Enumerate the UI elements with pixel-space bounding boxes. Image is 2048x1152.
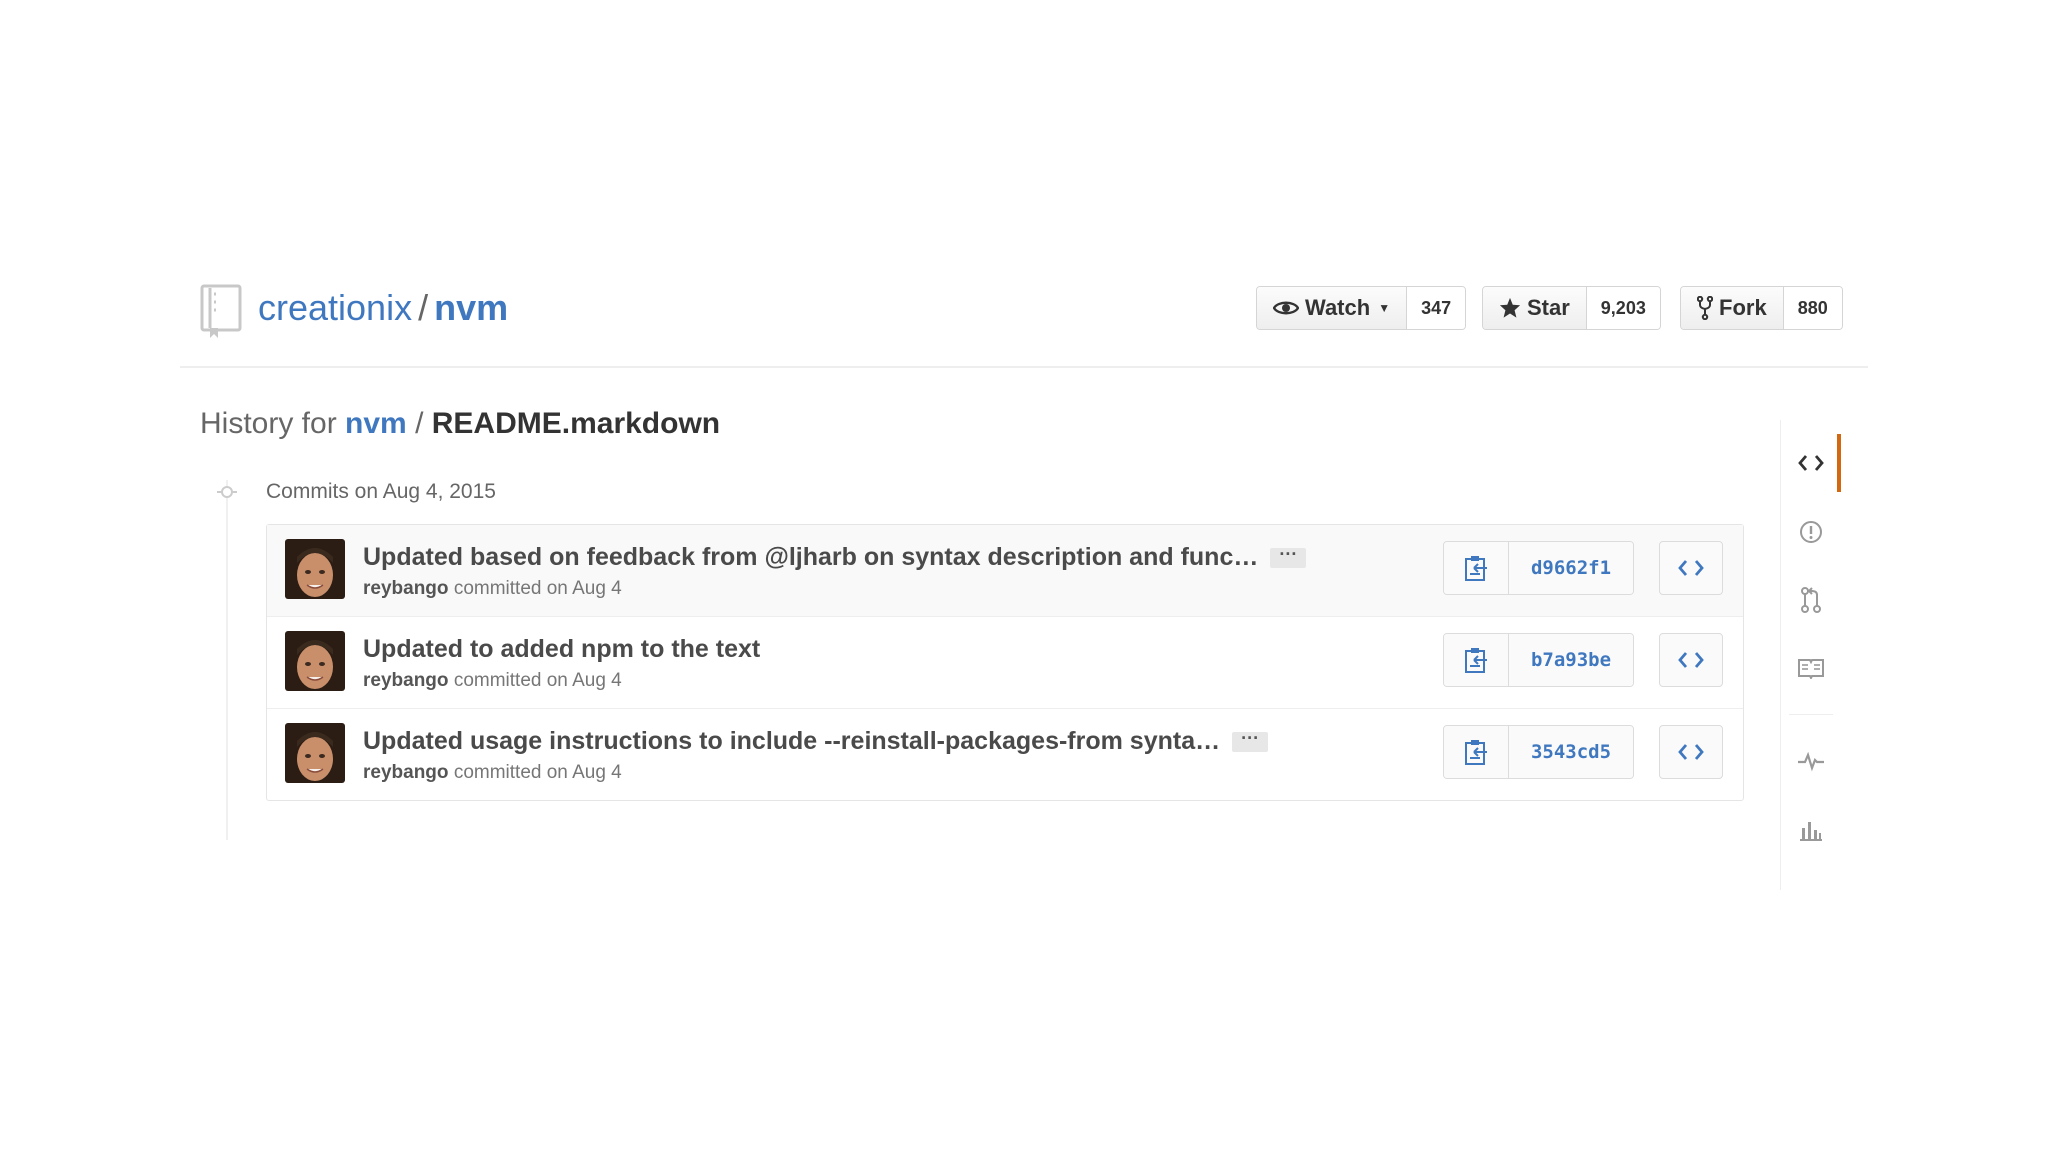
fork-count[interactable]: 880 [1783,287,1842,329]
commit-message-link[interactable]: Updated based on feedback from @ljharb o… [363,543,1258,571]
commit-meta: reybango committed on Aug 4 [363,761,622,785]
code-icon [1678,652,1704,668]
side-nav-divider [1789,714,1833,715]
fork-icon [1697,296,1713,320]
pull-requests-icon [1801,587,1821,613]
chevron-down-icon: ▼ [1378,301,1391,315]
commit-message: Updated to added npm to the text [363,633,760,665]
star-count[interactable]: 9,203 [1586,287,1660,329]
watch-count[interactable]: 347 [1407,287,1466,329]
repo-owner-link[interactable]: creationix [258,287,412,328]
clipboard-icon [1465,648,1487,673]
nav-graphs[interactable] [1781,810,1841,850]
code-icon [1798,455,1824,471]
commit-author-link[interactable]: reybango [363,762,449,783]
star-icon [1499,297,1521,318]
expand-message-button[interactable]: ··· [1270,545,1307,569]
copy-sha-button[interactable] [1444,542,1509,594]
pulse-icon [1798,751,1824,772]
commit-message-link[interactable]: Updated usage instructions to include --… [363,727,1220,755]
fork-button-group: Fork 880 [1680,286,1843,330]
avatar[interactable] [285,723,345,783]
star-button[interactable]: Star [1483,287,1587,329]
star-label: Star [1527,295,1570,320]
eye-icon [1273,301,1299,315]
nav-pull-requests[interactable] [1781,580,1841,620]
nav-pulse[interactable] [1781,741,1841,781]
sha-button-group: d9662f1 [1443,541,1634,595]
nav-issues[interactable] [1781,512,1841,552]
nav-wiki[interactable] [1781,648,1841,688]
avatar[interactable] [285,631,345,691]
commit-row: Updated based on feedback from @ljharb o… [267,525,1743,616]
fork-button[interactable]: Fork [1681,287,1784,329]
browse-code-button[interactable] [1659,725,1723,779]
copy-sha-button[interactable] [1444,634,1509,686]
repo-title: creationix / nvm [258,286,508,330]
copy-sha-button[interactable] [1444,726,1509,778]
code-icon [1678,560,1704,576]
commit-row: Updated usage instructions to include --… [267,708,1743,800]
commit-node-icon [217,486,237,498]
wiki-icon [1798,659,1824,679]
star-button-group: Star 9,203 [1482,286,1661,330]
nav-code[interactable] [1781,443,1841,483]
commit-date-text: committed on Aug 4 [453,670,622,691]
commit-meta: reybango committed on Aug 4 [363,577,622,601]
repo-book-icon [200,284,242,338]
graphs-icon [1800,822,1822,841]
code-icon [1678,744,1704,760]
commit-list: Updated based on feedback from @ljharb o… [266,524,1744,801]
watch-label: Watch [1305,295,1371,320]
browse-code-button[interactable] [1659,541,1723,595]
repo-title-separator: / [418,287,429,328]
commit-message-link[interactable]: Updated to added npm to the text [363,635,760,663]
commit-sha-link[interactable]: d9662f1 [1509,542,1633,594]
repo-name-link[interactable]: nvm [434,287,508,328]
clipboard-icon [1465,556,1487,581]
sha-button-group: b7a93be [1443,633,1634,687]
avatar[interactable] [285,539,345,599]
commit-sha-link[interactable]: b7a93be [1509,634,1633,686]
commit-message: Updated usage instructions to include --… [363,725,1269,757]
timeline-line [226,480,228,840]
commit-author-link[interactable]: reybango [363,578,449,599]
commit-sha-link[interactable]: 3543cd5 [1509,726,1633,778]
history-separator: / [415,407,424,440]
expand-message-button[interactable]: ··· [1232,729,1269,753]
header-divider [180,366,1868,368]
commits-date-heading: Commits on Aug 4, 2015 [266,480,496,503]
issues-icon [1800,521,1822,543]
browse-code-button[interactable] [1659,633,1723,687]
repo-side-nav [1780,420,1841,890]
history-title: History for nvm / README.markdown [200,404,720,444]
history-file-name: README.markdown [431,407,721,440]
commit-date-text: committed on Aug 4 [453,578,622,599]
commit-row: Updated to added npm to the text reybang… [267,616,1743,708]
fork-label: Fork [1719,295,1767,320]
commit-message: Updated based on feedback from @ljharb o… [363,541,1307,573]
commit-meta: reybango committed on Aug 4 [363,669,622,693]
watch-button-group: Watch ▼ 347 [1256,286,1467,330]
history-prefix: History for [200,407,337,440]
clipboard-icon [1465,740,1487,765]
watch-button[interactable]: Watch ▼ [1257,287,1408,329]
commit-author-link[interactable]: reybango [363,670,449,691]
sha-button-group: 3543cd5 [1443,725,1634,779]
commit-date-text: committed on Aug 4 [453,762,622,783]
repo-header: creationix/nvm Watch ▼ 347 Star 9,203 [200,280,1843,340]
history-repo-link[interactable]: nvm [345,407,407,440]
